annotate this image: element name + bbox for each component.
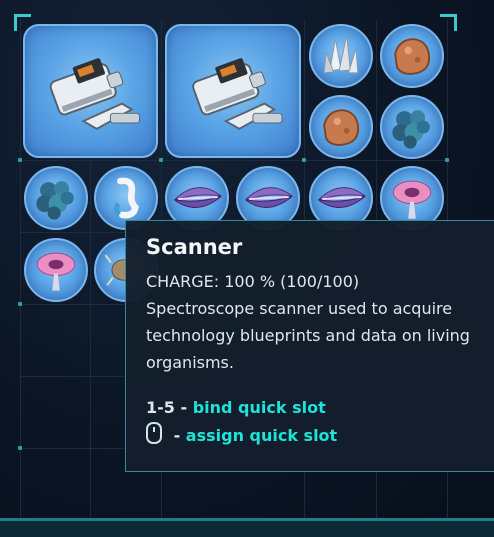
inventory-slot-copper-ore[interactable]	[380, 24, 444, 88]
inventory-slot-crystal[interactable]	[309, 24, 373, 88]
bind-action: bind quick slot	[192, 398, 326, 417]
grid-line	[20, 160, 450, 161]
copper-ore-icon	[394, 38, 431, 75]
flower-icon	[392, 180, 432, 219]
mouse-icon	[146, 422, 162, 444]
inventory-slot-coral[interactable]	[24, 166, 88, 230]
inventory-slot-copper-ore[interactable]	[309, 95, 373, 159]
tooltip-keybinds: 1-5 - bind quick slot - assign quick slo…	[146, 394, 494, 450]
scanner-icon	[192, 58, 283, 130]
tooltip-charge: CHARGE: 100 % (100/100)	[146, 272, 360, 291]
clam-icon	[318, 187, 366, 208]
clam-icon	[245, 187, 293, 208]
tooltip-title: Scanner	[146, 235, 243, 259]
grid-dot	[302, 158, 306, 162]
coral-icon	[36, 181, 74, 220]
inventory-slot-coral[interactable]	[380, 95, 444, 159]
grid-dot	[18, 302, 22, 306]
coral-icon	[392, 110, 430, 149]
item-tooltip: Scanner CHARGE: 100 % (100/100) Spectros…	[125, 220, 494, 472]
bind-key: 1-5	[146, 398, 175, 417]
scanner-icon	[49, 58, 140, 130]
flower-icon	[36, 252, 76, 291]
crystal-icon	[323, 35, 359, 74]
bottom-bar	[0, 518, 494, 537]
seahorse-icon	[114, 177, 139, 219]
clam-icon	[174, 187, 222, 208]
grid-line	[20, 20, 21, 520]
grid-line	[90, 160, 91, 520]
inventory-slot-scanner[interactable]	[165, 24, 301, 158]
inventory-panel: Scanner CHARGE: 100 % (100/100) Spectros…	[0, 0, 494, 537]
grid-dot	[159, 158, 163, 162]
copper-ore-icon	[323, 109, 360, 146]
keybind-assign-row: - assign quick slot	[146, 422, 494, 450]
keybind-bind-row: 1-5 - bind quick slot	[146, 394, 494, 422]
assign-separator: -	[168, 426, 186, 445]
frame-corner	[440, 14, 457, 31]
grid-dot	[18, 158, 22, 162]
grid-dot	[18, 446, 22, 450]
bind-separator: -	[174, 398, 193, 417]
tooltip-description: Spectroscope scanner used to acquire tec…	[146, 299, 470, 372]
inventory-slot-flower[interactable]	[24, 238, 88, 302]
inventory-slot-scanner[interactable]	[23, 24, 158, 158]
assign-action: assign quick slot	[185, 426, 338, 445]
grid-dot	[445, 158, 449, 162]
